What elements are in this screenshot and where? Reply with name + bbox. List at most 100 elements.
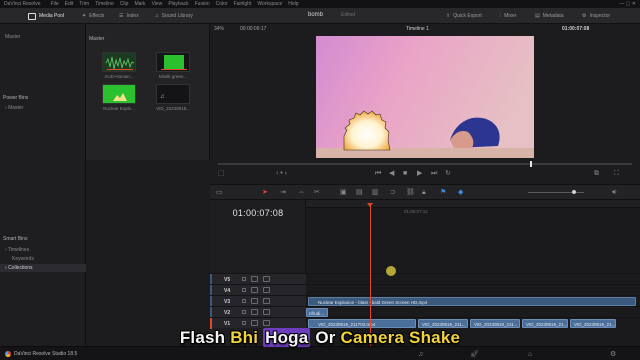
marker-icon[interactable]: ◆ <box>458 189 463 196</box>
visibility-icon[interactable] <box>263 287 270 293</box>
track-header-v5[interactable]: V5 <box>210 273 306 285</box>
inspector-button[interactable]: ⚙ Inspector <box>582 11 610 21</box>
window-controls[interactable]: — ▢ ✕ <box>619 1 636 7</box>
volume-icon[interactable]: 🔊︎ <box>612 189 616 196</box>
auto-select-icon[interactable] <box>251 320 258 326</box>
insert-icon[interactable]: ▣ <box>340 189 347 196</box>
blade-tool-icon[interactable]: ✂ <box>314 189 320 196</box>
timeline-clip[interactable]: VID_20230818_21... <box>522 319 568 328</box>
menu-mark[interactable]: Mark <box>131 1 148 7</box>
track-header-v4[interactable]: V4 <box>210 284 306 296</box>
menu-help[interactable]: Help <box>285 1 301 7</box>
track-lane-v4[interactable] <box>306 284 640 295</box>
home-icon[interactable]: ⌂ <box>528 351 532 358</box>
flag-icon[interactable]: ⚑ <box>440 189 446 196</box>
menu-edit[interactable]: Edit <box>62 1 77 7</box>
link-icon[interactable]: ⛓ <box>406 189 415 196</box>
track-lane-v2[interactable]: nfrudi... <box>306 306 640 317</box>
snapping-icon[interactable]: ⊃ <box>390 189 396 196</box>
media-clip[interactable]: Nuclear Explo... <box>102 84 136 111</box>
stop-icon[interactable]: ■ <box>403 170 407 177</box>
track-header-v2[interactable]: V2 <box>210 306 306 318</box>
playhead[interactable] <box>370 204 371 346</box>
media-pool-button[interactable]: Media Pool <box>28 11 64 21</box>
lock-icon[interactable]: 🔒︎ <box>422 189 426 196</box>
aspect-icon[interactable]: ⬚ <box>218 170 225 177</box>
visibility-icon[interactable] <box>263 320 270 326</box>
menu-clip[interactable]: Clip <box>117 1 132 7</box>
lock-icon[interactable] <box>242 288 246 292</box>
timeline-clip[interactable]: VID_20230818_211... <box>418 319 468 328</box>
fairlight-page-icon[interactable]: ♫ <box>418 351 423 358</box>
reverse-play-icon[interactable]: ◀ <box>389 170 394 177</box>
timeline-clip[interactable]: Nuclear Explosion - blast - bald Green S… <box>308 297 636 306</box>
lock-icon[interactable] <box>242 277 246 281</box>
playhead-handle[interactable] <box>367 203 373 207</box>
lock-icon[interactable] <box>242 299 246 303</box>
zoom-level[interactable]: 34% <box>214 26 224 32</box>
menu-file[interactable]: File <box>48 1 62 7</box>
trim-tool-icon[interactable]: ⇥ <box>280 189 286 196</box>
selection-tool-icon[interactable]: ➤ <box>262 189 268 196</box>
menu-view[interactable]: View <box>149 1 166 7</box>
menu-fairlight[interactable]: Fairlight <box>231 1 255 7</box>
match-frame-icon[interactable]: ⧉ <box>594 170 599 177</box>
replace-icon[interactable]: ▥ <box>372 189 379 196</box>
timeline-ruler[interactable] <box>306 200 640 208</box>
menu-color[interactable]: Color <box>213 1 231 7</box>
overwrite-icon[interactable]: ▤ <box>356 189 363 196</box>
layout-icon[interactable]: ▭ <box>216 189 223 196</box>
auto-select-icon[interactable] <box>251 276 258 282</box>
metadata-button[interactable]: ▤ Metadata <box>535 11 564 21</box>
bin-master[interactable]: Master <box>0 33 86 41</box>
smart-bin-collections[interactable]: › Collections <box>0 264 86 272</box>
menu-timeline[interactable]: Timeline <box>92 1 117 7</box>
media-clip[interactable]: ♫ VID_20230818... <box>156 84 190 111</box>
power-bin-master[interactable]: › Master <box>0 104 86 112</box>
quick-export-button[interactable]: ⇪ Quick Export <box>446 11 482 21</box>
lock-icon[interactable] <box>242 310 246 314</box>
index-button[interactable]: ☰ Index <box>119 11 139 21</box>
fullscreen-icon[interactable]: ⛶ <box>614 170 619 177</box>
sound-library-button[interactable]: ♫ Sound Library <box>155 11 193 21</box>
track-lane-v5[interactable] <box>306 273 640 284</box>
track-lane-v3[interactable]: Nuclear Explosion - blast - bald Green S… <box>306 295 640 306</box>
zoom-slider[interactable] <box>528 190 584 194</box>
track-header-v1[interactable]: V1 <box>210 317 306 329</box>
menu-fusion[interactable]: Fusion <box>192 1 213 7</box>
timeline-clip[interactable]: VID_20230818_21... <box>570 319 616 328</box>
settings-icon[interactable]: ⚙ <box>610 351 616 358</box>
timeline-tracks[interactable]: 01:00:07:12 Nuclear Explosion - blast - … <box>306 200 640 346</box>
skip-back-icon[interactable]: ⏮ <box>375 170 381 177</box>
auto-select-icon[interactable] <box>251 309 258 315</box>
record-timecode: 01:00:07:08 <box>562 26 590 32</box>
nav-arrows-icon[interactable]: ‹ • › <box>276 170 287 177</box>
menu-playback[interactable]: Playback <box>165 1 191 7</box>
timeline-clip[interactable]: nfrudi... <box>306 308 328 317</box>
visibility-icon[interactable] <box>263 298 270 304</box>
smart-bin-keywords[interactable]: Keywords <box>0 255 86 263</box>
loop-icon[interactable]: ↻ <box>445 170 451 177</box>
menu-trim[interactable]: Trim <box>76 1 92 7</box>
timeline-clip[interactable]: VID_20230818_211703.mp4 <box>308 319 416 328</box>
deliver-page-icon[interactable]: 🚀︎ <box>470 351 479 358</box>
play-icon[interactable]: ▶ <box>417 170 422 177</box>
media-clip[interactable]: Mitolk green... <box>156 52 190 79</box>
skip-forward-icon[interactable]: ⏭ <box>431 170 437 177</box>
auto-select-icon[interactable] <box>251 287 258 293</box>
timeline-name[interactable]: Timeline 1 <box>406 26 429 32</box>
viewer-scrubber[interactable] <box>218 161 632 167</box>
mixer-button[interactable]: ⫶ Mixer <box>500 11 517 21</box>
effects-button[interactable]: ✦ Effects <box>82 11 104 21</box>
dynamic-trim-icon[interactable]: ⇔ <box>298 189 305 196</box>
track-lane-v1[interactable]: VID_20230818_211703.mp4 VID_20230818_211… <box>306 317 640 328</box>
menu-workspace[interactable]: Workspace <box>254 1 285 7</box>
timeline-clip[interactable]: VID_20230818_211... <box>470 319 520 328</box>
smart-bin-timelines[interactable]: › Timelines <box>0 246 86 254</box>
track-header-v3[interactable]: V3 <box>210 295 306 307</box>
visibility-icon[interactable] <box>263 276 270 282</box>
lock-icon[interactable] <box>242 321 246 325</box>
auto-select-icon[interactable] <box>251 298 258 304</box>
media-clip[interactable]: AUD-Human... <box>102 52 136 79</box>
visibility-icon[interactable] <box>263 309 270 315</box>
